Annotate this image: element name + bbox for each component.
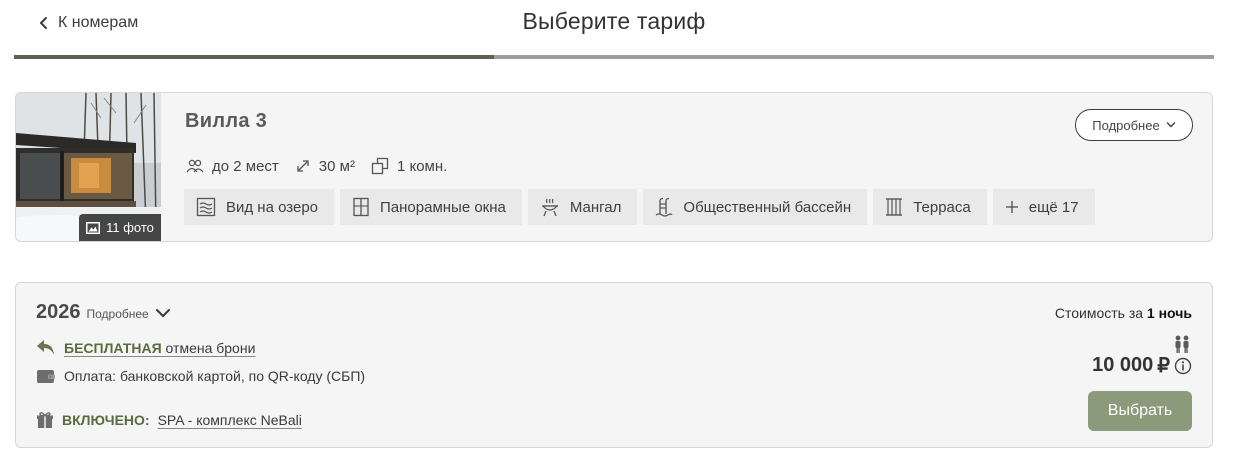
cancellation-row[interactable]: БЕСПЛАТНАЯ отмена брони (36, 339, 255, 357)
amenity-public-pool[interactable]: Общественный бассейн (643, 189, 868, 225)
room-details-label: Подробнее (1092, 117, 1160, 133)
included-row[interactable]: ВКЛЮЧЕНО: SPA - комплекс NeBali (36, 411, 302, 429)
included-value: SPA - комплекс NeBali (157, 412, 302, 428)
room-name: Вилла 3 (185, 110, 268, 132)
spec-area-label: 30 м² (318, 157, 355, 175)
cost-prefix: Стоимость за (1054, 305, 1144, 321)
amenity-label: ещё 17 (1028, 198, 1079, 216)
panoramic-window-icon (353, 197, 369, 217)
tariff-card: 2026 Подробнее БЕСПЛАТНАЯ отмена брони О… (15, 282, 1213, 448)
select-tariff-button[interactable]: Выбрать (1088, 391, 1192, 431)
included-label: ВКЛЮЧЕНО: (62, 412, 150, 428)
two-guests-icon (1175, 335, 1189, 353)
step-progress-fill (14, 55, 494, 59)
room-specs: до 2 мест 30 м² 1 комн. (186, 157, 463, 175)
amenity-terrace[interactable]: Терраса (873, 189, 987, 225)
return-arrow-icon (37, 340, 54, 355)
tariff-details-label: Подробнее (86, 307, 149, 321)
price: 10 000 ₽ (1092, 353, 1192, 378)
amenity-label: Вид на озеро (226, 198, 319, 216)
chevron-down-icon (155, 308, 170, 317)
spec-guests: до 2 мест (186, 158, 279, 175)
amenity-show-more[interactable]: ещё 17 (992, 189, 1095, 225)
payment-label: Оплата: банковской картой, по QR-коду (С… (64, 368, 366, 384)
gift-icon (37, 412, 53, 428)
photo-count-badge[interactable]: 11 фото (79, 214, 161, 241)
cost-period-label: Стоимость за 1 ночь (1055, 305, 1192, 321)
cancellation-rest-label: отмена брони (165, 340, 256, 356)
photo-count-label: 11 фото (106, 220, 154, 235)
lake-view-icon (196, 197, 216, 217)
amenity-label: Терраса (913, 198, 971, 216)
price-amount: 10 000 (1092, 354, 1154, 376)
amenities-list: Вид на озеро Панорамные окна Мангал Обще… (184, 189, 1095, 225)
room-card: 11 фото Вилла 3 Подробнее до 2 мест 30 м… (15, 92, 1213, 242)
room-details-button[interactable]: Подробнее (1075, 109, 1193, 141)
terrace-icon (886, 198, 903, 216)
guests-icon (186, 159, 204, 173)
cancellation-text: БЕСПЛАТНАЯ отмена брони (64, 340, 255, 356)
room-photo[interactable]: 11 фото (16, 93, 161, 241)
amenity-lake-view[interactable]: Вид на озеро (184, 189, 335, 225)
chevron-down-icon (1166, 122, 1175, 128)
amenity-panoramic-windows[interactable]: Панорамные окна (340, 189, 522, 225)
area-icon (297, 160, 309, 172)
pool-ladder-icon (656, 197, 673, 217)
spec-guests-label: до 2 мест (212, 157, 279, 175)
cost-period: 1 ночь (1146, 305, 1192, 321)
amenity-grill[interactable]: Мангал (527, 189, 638, 225)
info-icon[interactable] (1174, 357, 1192, 375)
spec-rooms: 1 комн. (371, 157, 447, 175)
payment-row: Оплата: банковской картой, по QR-коду (С… (36, 368, 365, 384)
step-progress-bar (14, 55, 1214, 59)
amenity-label: Панорамные окна (380, 198, 506, 216)
plus-icon (1005, 201, 1018, 213)
amenity-label: Общественный бассейн (683, 198, 852, 216)
spec-rooms-label: 1 комн. (396, 157, 448, 175)
spec-area: 30 м² (295, 158, 355, 175)
price-currency: ₽ (1157, 355, 1170, 377)
tariff-details-toggle[interactable]: 2026 Подробнее (36, 301, 171, 324)
amenity-label: Мангал (569, 198, 622, 216)
rooms-icon (371, 157, 389, 175)
cancellation-free-label: БЕСПЛАТНАЯ (64, 340, 162, 356)
wallet-icon (37, 370, 55, 383)
page-title: Выберите тариф (522, 8, 706, 34)
image-icon (86, 221, 101, 234)
grill-icon (541, 198, 558, 217)
tariff-year: 2026 (36, 301, 81, 323)
